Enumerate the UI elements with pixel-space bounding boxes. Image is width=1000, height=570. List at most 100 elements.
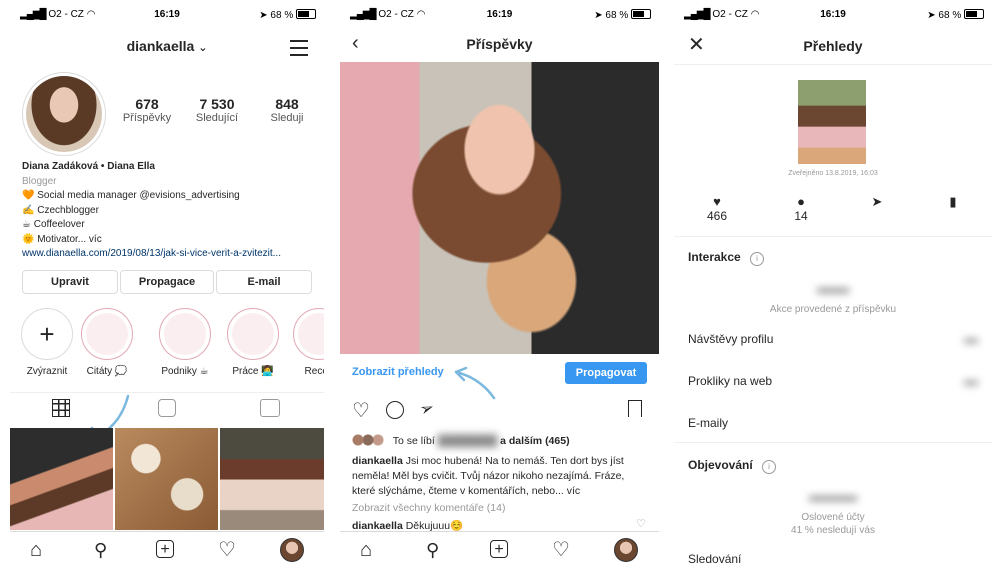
bookmark-icon[interactable] <box>628 400 642 417</box>
row-website-clicks: Prokliky na web <box>688 374 773 388</box>
profile-screen: ▂▄▆█ O2 - CZ ◠ 16:19 ➤ 68 % diankaella ⌄… <box>10 0 324 570</box>
promote-button[interactable]: Propagace <box>120 270 214 294</box>
stat-following[interactable]: 848 Sleduji <box>254 96 320 124</box>
profile-view-tabs <box>10 392 324 425</box>
interactions-heading: Interakce i <box>688 250 765 266</box>
row-value-blurred: ▬ <box>964 330 978 346</box>
metrics-row: ♥ 466 ● 14 ➤ ▮ <box>674 194 992 234</box>
liker-avatars <box>352 434 390 446</box>
search-icon[interactable]: ⚲ <box>426 540 439 560</box>
email-button[interactable]: E-mail <box>216 270 312 294</box>
home-icon[interactable]: ⌂ <box>360 540 372 560</box>
profile-bio: Diana Zadáková • Diana Ella Blogger 🧡 So… <box>22 160 318 262</box>
interactions-value-blurred: ▬▬ <box>817 280 849 297</box>
row-value-blurred: ▬ <box>964 372 978 388</box>
view-all-comments-link[interactable]: Zobrazit všechny komentáře (14) <box>352 502 505 514</box>
post-screen: ▂▄▆█ O2 - CZ ◠ 16:19 ➤ 68 % ‹ Příspěvky … <box>340 0 659 570</box>
profile-tab-avatar[interactable] <box>614 538 638 562</box>
metric-comments: ● 14 <box>778 194 824 223</box>
comment-icon[interactable] <box>386 401 404 419</box>
battery-icon <box>964 9 984 19</box>
likes-row[interactable]: To se líbí ████████ a dalším (465) <box>352 434 570 447</box>
menu-icon[interactable] <box>290 40 308 56</box>
highlight-quotes[interactable]: Citáty 💭 <box>80 308 134 377</box>
promote-post-button[interactable]: Propagovat <box>565 362 647 384</box>
like-icon[interactable]: ♡ <box>352 398 370 423</box>
reach-caption: Oslovené účty <box>801 512 865 523</box>
highlight-recipes[interactable]: Recep <box>292 308 324 377</box>
divider <box>674 442 992 443</box>
bottom-tab-bar: ⌂ ⚲ + ♡ <box>10 531 324 570</box>
heart-icon[interactable]: ♡ <box>552 540 570 560</box>
home-icon[interactable]: ⌂ <box>30 540 42 560</box>
stat-posts[interactable]: 678 Příspěvky <box>114 96 180 124</box>
post-image[interactable] <box>340 62 659 354</box>
post-thumbnail <box>798 80 866 164</box>
info-icon[interactable]: i <box>762 460 777 474</box>
heart-icon[interactable]: ♡ <box>218 540 236 560</box>
location-icon: ➤ <box>927 10 936 21</box>
post-caption: diankaella Jsi moc hubená! Na to nemáš. … <box>352 455 625 497</box>
share-icon: ➤ <box>871 194 883 209</box>
highlight-new[interactable]: + Zvýraznit <box>20 308 74 377</box>
bio-link[interactable]: www.dianaella.com/2019/08/13/jak-si-vice… <box>22 247 318 262</box>
bottom-tab-bar: ⌂ ⚲ + ♡ <box>340 531 659 570</box>
share-icon[interactable]: ➢ <box>417 397 437 421</box>
battery-icon <box>296 9 316 19</box>
bio-line: 🧡 Social media manager @evisions_adverti… <box>22 190 240 201</box>
liker-name-blurred: ████████ <box>437 435 498 447</box>
bookmark-icon: ▮ <box>949 194 957 209</box>
status-bar: ▂▄▆█ O2 - CZ ◠ 16:19 ➤ 68 % <box>340 0 659 28</box>
grid-post[interactable] <box>10 428 113 530</box>
highlight-work[interactable]: Práce 👩‍💻 <box>226 308 280 377</box>
metric-shares: ➤ <box>854 194 900 210</box>
reach-value-blurred: ▬▬▬ <box>809 488 857 505</box>
bio-line: ✍️ Czechblogger <box>22 204 99 216</box>
row-emails: E-maily <box>688 416 729 430</box>
highlight-places[interactable]: Podniky ☕ <box>158 308 212 377</box>
grid-post[interactable] <box>220 428 324 530</box>
location-icon: ➤ <box>594 10 603 21</box>
row-follows: Sledování <box>688 552 742 566</box>
new-post-icon[interactable]: + <box>156 540 174 558</box>
location-icon: ➤ <box>259 10 268 21</box>
view-insights-link[interactable]: Zobrazit přehledy <box>352 366 444 378</box>
tagged-icon[interactable] <box>260 399 280 417</box>
bio-line: 🌞 Motivator... víc <box>22 233 102 245</box>
status-bar: ▂▄▆█ O2 - CZ ◠ 16:19 ➤ 68 % <box>10 0 324 28</box>
edit-profile-button[interactable]: Upravit <box>22 270 118 294</box>
profile-name: Diana Zadáková • Diana Ella <box>22 161 155 172</box>
post-actions: ♡ ➢ <box>340 396 659 426</box>
profile-category: Blogger <box>22 175 57 187</box>
reach-non-followers: 41 % nesledují vás <box>791 525 875 536</box>
stat-followers[interactable]: 7 530 Sledující <box>184 96 250 124</box>
insights-screen: ▂▄▆█ O2 - CZ ◠ 16:19 ➤ 68 % ✕ Přehledy Z… <box>674 0 992 570</box>
page-title: Přehledy <box>803 38 863 54</box>
divider <box>674 64 992 65</box>
profile-username-header[interactable]: diankaella ⌄ <box>10 38 324 54</box>
battery-icon <box>631 9 651 19</box>
igtv-icon[interactable] <box>158 399 176 417</box>
chevron-down-icon: ⌄ <box>198 42 208 54</box>
plus-icon: + <box>39 319 55 349</box>
divider <box>674 236 992 237</box>
battery: ➤ 68 % <box>594 9 651 21</box>
grid-post[interactable] <box>115 428 218 530</box>
page-title: Příspěvky <box>466 36 533 52</box>
profile-avatar[interactable] <box>22 72 106 156</box>
battery: ➤ 68 % <box>927 9 984 21</box>
new-post-icon[interactable]: + <box>490 540 508 558</box>
row-profile-visits: Návštěvy profilu <box>688 332 774 346</box>
battery: ➤ 68 % <box>259 9 316 21</box>
info-icon[interactable]: i <box>750 252 765 266</box>
comment-like-icon[interactable]: ♡ <box>636 517 646 530</box>
status-bar: ▂▄▆█ O2 - CZ ◠ 16:19 ➤ 68 % <box>674 0 992 28</box>
heart-icon: ♥ <box>713 194 721 209</box>
bio-line: ☕ Coffeelover <box>22 219 85 230</box>
published-date: Zveřejněno 13.8.2019, 16:03 <box>788 170 878 177</box>
profile-tab-avatar[interactable] <box>280 538 304 562</box>
search-icon[interactable]: ⚲ <box>94 540 107 560</box>
grid-icon[interactable] <box>52 399 70 417</box>
metric-saves: ▮ <box>930 194 976 210</box>
metric-likes: ♥ 466 <box>694 194 740 223</box>
